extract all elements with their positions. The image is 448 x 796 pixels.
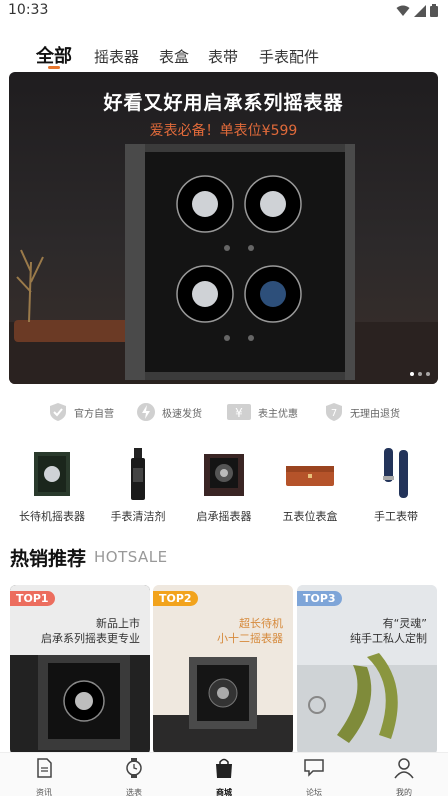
- profile-icon: [394, 758, 414, 779]
- product-caption-line1: 超长待机: [239, 617, 283, 630]
- rank-badge: TOP3: [297, 591, 342, 606]
- tab-strap[interactable]: 表带: [208, 46, 238, 67]
- product-caption-line1: 有“灵魂”: [382, 617, 427, 630]
- hotsale-product-3[interactable]: TOP3 有“灵魂” 纯手工私人定制: [297, 585, 437, 755]
- forum-chat-icon: [304, 759, 324, 777]
- category-label: 长待机摇表器: [19, 510, 85, 523]
- service-features: 官方自营 极速发货 ¥ 表主优惠 7 无理由退货: [0, 402, 448, 426]
- cell-signal-icon: [414, 4, 426, 17]
- banner-dot-3[interactable]: [426, 372, 430, 376]
- feature-official: 官方自营: [48, 402, 114, 422]
- status-time: 10:33: [8, 2, 49, 18]
- hotsale-subtitle: HOTSALE: [94, 548, 168, 566]
- tab-watch-box[interactable]: 表盒: [159, 46, 189, 67]
- feature-returns: 7 无理由退货: [324, 402, 400, 422]
- nav-forum[interactable]: 论坛: [284, 757, 344, 796]
- product-caption-line2: 启承系列摇表更专业: [41, 632, 140, 645]
- category-grid: 长待机摇表器 手表清洁剂 启承摇表器 五表位表盒 手工表带: [0, 446, 448, 526]
- rank-badge: TOP1: [10, 591, 55, 606]
- nav-mall[interactable]: 商城: [194, 757, 254, 796]
- active-tab-indicator: [48, 66, 60, 69]
- product-image: [10, 585, 150, 755]
- bottom-navigation: 资讯 选表 商城 论坛 我的: [0, 752, 448, 796]
- category-watch-cleaner[interactable]: 手表清洁剂: [94, 446, 182, 524]
- category-label: 启承摇表器: [196, 510, 252, 523]
- status-bar: 10:33: [0, 0, 448, 22]
- status-icons: [396, 4, 438, 17]
- shop-bag-icon: [216, 758, 232, 778]
- yen-icon: ¥: [227, 404, 251, 420]
- nav-profile[interactable]: 我的: [374, 757, 434, 796]
- nav-label: 商城: [216, 788, 232, 796]
- feature-fast-delivery: 极速发货: [136, 402, 202, 422]
- product-caption-line2: 纯手工私人定制: [350, 632, 427, 645]
- battery-icon: [430, 4, 438, 17]
- tab-accessories[interactable]: 手表配件: [259, 46, 319, 67]
- category-long-standby-winder[interactable]: 长待机摇表器: [8, 446, 96, 524]
- return-7-icon: 7: [326, 403, 342, 421]
- product-image: [297, 585, 437, 755]
- category-label: 手工表带: [374, 510, 418, 523]
- category-tabs: 全部 摇表器 表盒 表带 手表配件: [0, 40, 448, 72]
- feature-label: 官方自营: [74, 408, 114, 420]
- lightning-icon: [137, 403, 155, 421]
- tab-all[interactable]: 全部: [36, 42, 72, 68]
- cleaner-bottle-icon: [110, 446, 166, 502]
- feature-label: 表主优惠: [258, 408, 298, 420]
- category-handmade-strap[interactable]: 手工表带: [352, 446, 440, 524]
- watch-strap-icon: [368, 446, 424, 502]
- news-doc-icon: [37, 758, 52, 778]
- product-caption-line2: 小十二摇表器: [217, 632, 283, 645]
- nav-label: 我的: [396, 788, 412, 796]
- feature-label: 极速发货: [162, 408, 202, 420]
- category-label: 手表清洁剂: [110, 510, 166, 523]
- banner-title: 好看又好用启承系列摇表器: [103, 92, 344, 114]
- banner-subtitle: 爱表必备！单表位¥599: [149, 123, 298, 139]
- banner-dot-2[interactable]: [418, 372, 422, 376]
- banner-pagination: [410, 372, 430, 376]
- banner-dot-1[interactable]: [410, 372, 414, 376]
- tab-winder[interactable]: 摇表器: [94, 46, 139, 67]
- qicheng-winder-icon: [196, 446, 252, 502]
- long-standby-winder-icon: [24, 446, 80, 502]
- hotsale-product-2[interactable]: TOP2 超长待机 小十二摇表器: [153, 585, 293, 755]
- svg-text:7: 7: [331, 408, 337, 419]
- svg-text:¥: ¥: [235, 406, 243, 420]
- nav-label: 论坛: [306, 788, 322, 796]
- feature-label: 无理由退货: [350, 408, 400, 420]
- rank-badge: TOP2: [153, 591, 198, 606]
- category-label: 五表位表盒: [282, 510, 338, 523]
- hotsale-product-1[interactable]: TOP1 新品上市 启承系列摇表更专业: [10, 585, 150, 755]
- watch-select-icon: [126, 758, 142, 778]
- promo-banner[interactable]: 好看又好用启承系列摇表器 爱表必备！单表位¥599: [9, 72, 438, 384]
- check-shield-icon: [50, 403, 66, 421]
- wifi-icon: [396, 5, 410, 16]
- category-qicheng-winder[interactable]: 启承摇表器: [180, 446, 268, 524]
- five-slot-box-icon: [282, 446, 338, 502]
- feature-owner-discount: ¥ 表主优惠: [226, 402, 298, 422]
- product-caption-line1: 新品上市: [96, 617, 140, 630]
- nav-label: 选表: [126, 788, 142, 796]
- category-five-slot-box[interactable]: 五表位表盒: [266, 446, 354, 524]
- hotsale-title: 热销推荐: [10, 548, 87, 570]
- nav-label: 资讯: [36, 788, 52, 796]
- banner-winder-illustration: [9, 144, 438, 384]
- product-image: [153, 585, 293, 755]
- nav-select-watch[interactable]: 选表: [104, 757, 164, 796]
- nav-news[interactable]: 资讯: [14, 757, 74, 796]
